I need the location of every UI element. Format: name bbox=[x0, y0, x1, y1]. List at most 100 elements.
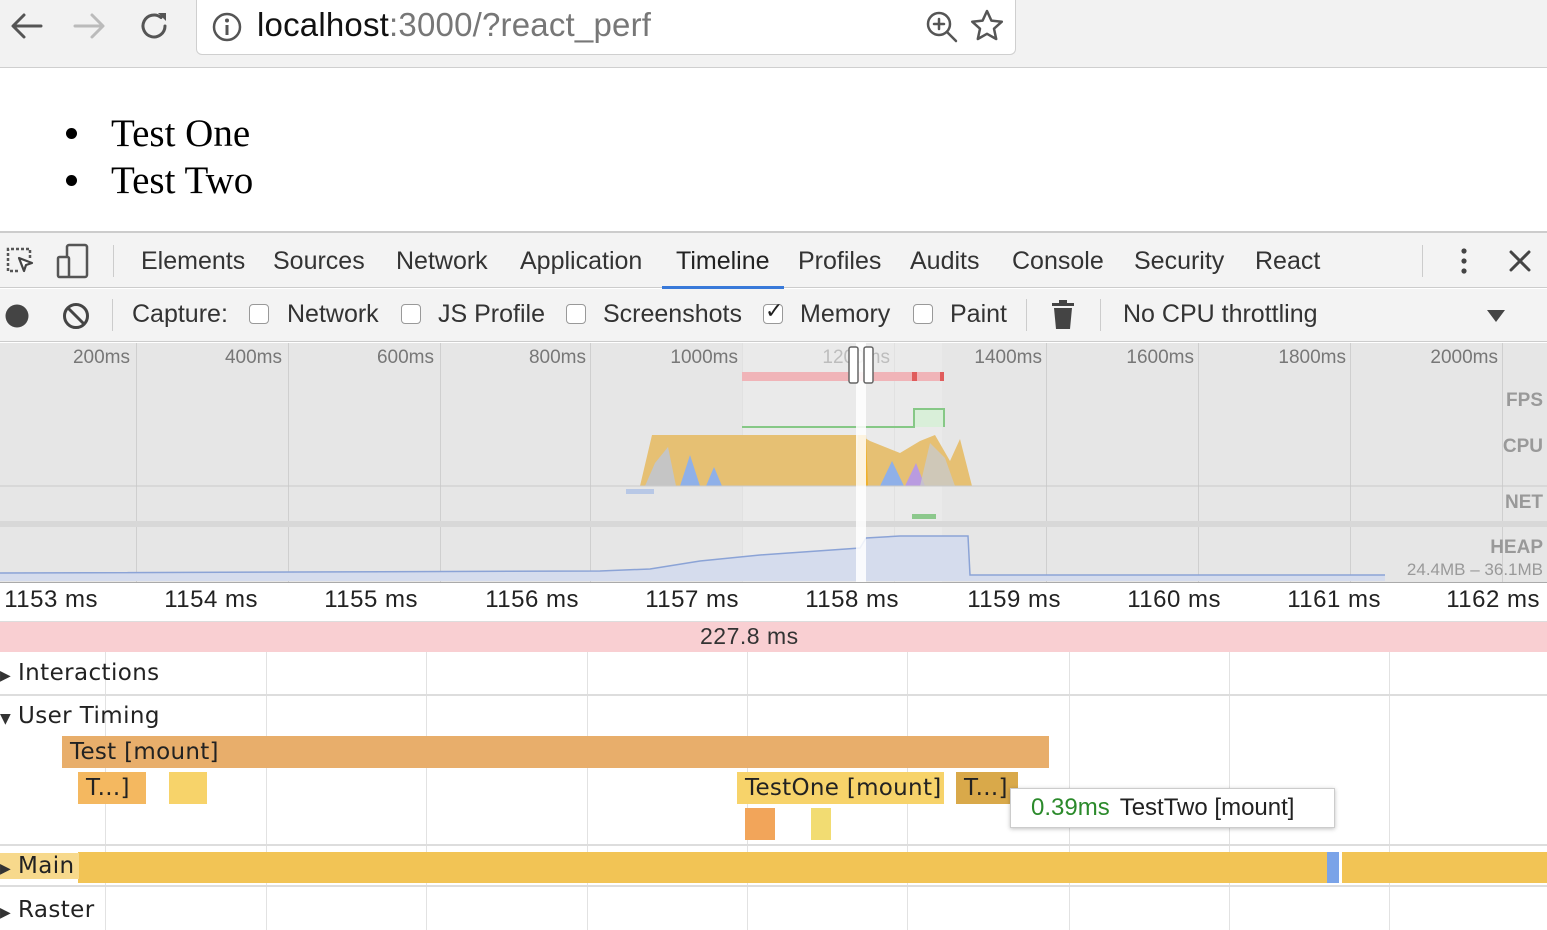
memory-checkbox[interactable] bbox=[763, 299, 783, 324]
tooltip-name: TestTwo [mount] bbox=[1119, 794, 1295, 821]
back-arrow-icon[interactable] bbox=[4, 4, 48, 48]
memory-option-label[interactable]: Memory bbox=[800, 300, 890, 329]
list-item: Test One bbox=[60, 110, 253, 157]
screenshots-option-label[interactable]: Screenshots bbox=[603, 300, 742, 329]
hover-tooltip: 0.39ms TestTwo [mount] bbox=[1010, 788, 1335, 828]
tab-application[interactable]: Application bbox=[520, 243, 642, 289]
ruler-label: 1162 ms bbox=[1446, 586, 1540, 613]
capture-label: Capture: bbox=[132, 300, 228, 328]
ruler-label: 1161 ms bbox=[1287, 586, 1381, 613]
divider bbox=[1026, 299, 1027, 331]
expand-triangle-icon[interactable]: ▶ bbox=[0, 861, 18, 877]
track-raster[interactable]: ▶ Raster bbox=[0, 897, 95, 923]
track-main[interactable]: ▶ Main bbox=[0, 853, 79, 879]
tab-react[interactable]: React bbox=[1255, 243, 1320, 289]
track-user-timing[interactable]: ▼ User Timing bbox=[0, 703, 160, 729]
zoom-icon[interactable] bbox=[925, 10, 959, 49]
heap-label: HEAP bbox=[1490, 537, 1543, 558]
track-label: Interactions bbox=[18, 660, 160, 686]
track-label: User Timing bbox=[18, 703, 160, 729]
tab-security[interactable]: Security bbox=[1134, 243, 1224, 289]
url-host: localhost bbox=[257, 6, 390, 43]
list-item-text: Test Two bbox=[111, 159, 254, 202]
screenshots-checkbox[interactable] bbox=[566, 304, 586, 324]
divider bbox=[112, 299, 113, 331]
network-checkbox[interactable] bbox=[249, 304, 269, 324]
tab-sources[interactable]: Sources bbox=[273, 243, 365, 289]
divider bbox=[113, 245, 114, 277]
cpu-throttling-select[interactable]: No CPU throttling bbox=[1123, 300, 1318, 329]
reload-icon[interactable] bbox=[132, 4, 176, 48]
divider bbox=[1100, 299, 1101, 331]
user-timing-block[interactable] bbox=[169, 772, 207, 804]
more-options-icon[interactable] bbox=[1454, 245, 1474, 282]
fps-label: FPS bbox=[1506, 390, 1543, 411]
track-divider bbox=[0, 694, 1547, 696]
timeline-toolbar: Capture: Network JS Profile Screenshots … bbox=[0, 289, 1547, 342]
heap-range: 24.4MB – 36.1MB bbox=[1406, 560, 1543, 579]
user-timing-block[interactable] bbox=[745, 808, 775, 840]
user-timing-t2[interactable]: T...] bbox=[956, 772, 1018, 804]
ruler-label: 1153 ms bbox=[4, 586, 98, 613]
frames-track[interactable]: 227.8 ms bbox=[0, 622, 1547, 652]
track-divider bbox=[0, 885, 1547, 887]
tab-console[interactable]: Console bbox=[1012, 243, 1104, 289]
ruler-label: 1158 ms bbox=[805, 586, 899, 613]
user-timing-t1[interactable]: T...] bbox=[78, 772, 146, 804]
track-label: Main bbox=[18, 853, 75, 879]
bullet-icon bbox=[66, 128, 77, 139]
close-icon[interactable] bbox=[1506, 247, 1534, 280]
chevron-down-icon[interactable] bbox=[1486, 309, 1506, 328]
info-icon[interactable] bbox=[211, 11, 243, 48]
user-timing-test-mount[interactable]: Test [mount] bbox=[62, 736, 1049, 768]
track-label: Raster bbox=[18, 897, 95, 923]
page-list: Test One Test Two bbox=[60, 110, 253, 204]
forward-arrow-icon[interactable] bbox=[68, 4, 112, 48]
net-label: NET bbox=[1505, 492, 1543, 513]
expand-triangle-icon[interactable]: ▶ bbox=[0, 668, 18, 684]
tab-profiles[interactable]: Profiles bbox=[798, 243, 881, 289]
collapse-triangle-icon[interactable]: ▼ bbox=[0, 711, 18, 727]
track-divider bbox=[0, 844, 1547, 846]
track-interactions[interactable]: ▶ Interactions bbox=[0, 660, 160, 686]
expand-triangle-icon[interactable]: ▶ bbox=[0, 905, 18, 921]
bullet-icon bbox=[66, 175, 77, 186]
paint-option-label[interactable]: Paint bbox=[950, 300, 1007, 329]
trash-icon[interactable] bbox=[1051, 300, 1075, 335]
divider bbox=[1422, 245, 1423, 277]
tab-timeline[interactable]: Timeline bbox=[662, 243, 784, 289]
time-ruler: 1153 ms 1154 ms 1155 ms 1156 ms 1157 ms … bbox=[0, 583, 1547, 622]
star-icon[interactable] bbox=[969, 8, 1005, 49]
user-timing-block[interactable] bbox=[811, 808, 831, 840]
overview-graphs bbox=[0, 343, 1547, 582]
address-bar[interactable]: localhost:3000/?react_perf bbox=[196, 0, 1016, 55]
browser-toolbar: localhost:3000/?react_perf bbox=[0, 0, 1547, 68]
cpu-label: CPU bbox=[1502, 436, 1543, 457]
inspect-element-icon[interactable] bbox=[4, 245, 36, 282]
tab-network[interactable]: Network bbox=[396, 243, 488, 289]
js-profile-checkbox[interactable] bbox=[401, 304, 421, 324]
ruler-label: 1160 ms bbox=[1127, 586, 1221, 613]
timeline-overview[interactable]: 200ms 400ms 600ms 800ms 1000ms 1200ms 14… bbox=[0, 343, 1547, 583]
tooltip-duration: 0.39ms bbox=[1031, 794, 1110, 821]
tab-elements[interactable]: Elements bbox=[141, 243, 245, 289]
list-item-text: Test One bbox=[111, 112, 251, 155]
url-text[interactable]: localhost:3000/?react_perf bbox=[257, 6, 651, 44]
frame-duration: 227.8 ms bbox=[700, 623, 799, 649]
main-thread-marker[interactable] bbox=[1327, 852, 1339, 883]
ruler-label: 1159 ms bbox=[967, 586, 1061, 613]
ruler-label: 1155 ms bbox=[324, 586, 418, 613]
ruler-label: 1157 ms bbox=[645, 586, 739, 613]
user-timing-testone-mount[interactable]: TestOne [mount] bbox=[737, 772, 944, 804]
list-item: Test Two bbox=[60, 157, 253, 204]
main-thread-gap bbox=[1339, 852, 1342, 883]
device-toolbar-icon[interactable] bbox=[56, 243, 90, 284]
network-option-label[interactable]: Network bbox=[287, 300, 379, 329]
tab-audits[interactable]: Audits bbox=[910, 243, 979, 289]
ruler-label: 1154 ms bbox=[164, 586, 258, 613]
record-icon[interactable] bbox=[4, 303, 30, 334]
clear-icon[interactable] bbox=[62, 302, 90, 335]
paint-checkbox[interactable] bbox=[913, 304, 933, 324]
url-path: :3000/?react_perf bbox=[389, 6, 652, 43]
js-profile-option-label[interactable]: JS Profile bbox=[438, 300, 545, 329]
